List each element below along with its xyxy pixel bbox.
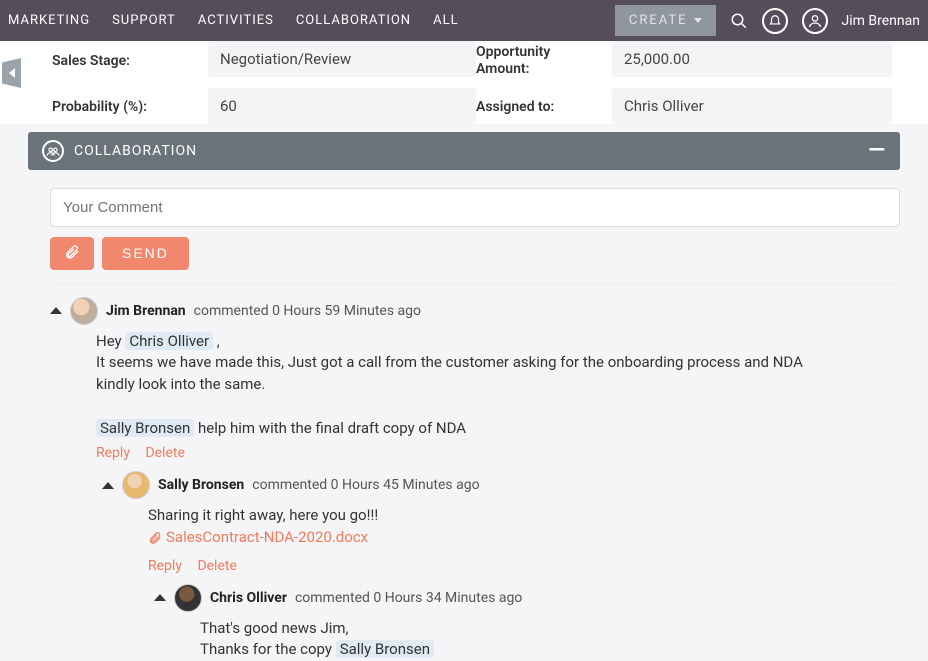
sales-stage-field[interactable]: Negotiation/Review: [208, 41, 476, 77]
attachment-link[interactable]: SalesContract-NDA-2020.docx: [148, 527, 368, 549]
paperclip-icon: [64, 244, 80, 260]
assigned-to-field[interactable]: Chris Olliver: [612, 88, 892, 124]
comment-meta: commented 0 Hours 59 Minutes ago: [194, 303, 421, 319]
avatar: [122, 471, 150, 499]
user-avatar-icon[interactable]: [802, 8, 828, 34]
collaboration-panel-header: COLLABORATION —: [28, 132, 900, 170]
delete-link[interactable]: Delete: [145, 445, 184, 461]
side-expand-tab[interactable]: [2, 58, 21, 88]
nav-marketing[interactable]: MARKETING: [8, 13, 90, 28]
notifications-icon[interactable]: [762, 8, 788, 34]
reply-link[interactable]: Reply: [148, 558, 182, 574]
attach-button[interactable]: [50, 237, 94, 270]
user-name[interactable]: Jim Brennan: [842, 13, 920, 29]
delete-link[interactable]: Delete: [197, 558, 236, 574]
nav-support[interactable]: SUPPORT: [112, 13, 176, 28]
chevron-down-icon: [694, 18, 702, 23]
search-icon[interactable]: [730, 12, 748, 30]
comment-post: Sally Bronsen commented 0 Hours 45 Minut…: [102, 471, 900, 573]
nav-all[interactable]: ALL: [433, 13, 458, 28]
comment-author: Chris Olliver: [210, 590, 287, 606]
top-nav-bar: MARKETING SUPPORT ACTIVITIES COLLABORATI…: [0, 0, 928, 41]
comment-body: That's good news Jim, Thanks for the cop…: [200, 618, 900, 661]
mention[interactable]: Chris Olliver: [125, 332, 213, 350]
reply-link[interactable]: Reply: [96, 445, 130, 461]
record-detail-form: Sales Stage: Negotiation/Review Opportun…: [0, 41, 928, 124]
mention[interactable]: Sally Bronsen: [336, 640, 434, 658]
collaboration-icon: [42, 140, 64, 162]
comment-body: Hey Chris Olliver , It seems we have mad…: [96, 331, 816, 440]
avatar: [70, 297, 98, 325]
nav-activities[interactable]: ACTIVITIES: [198, 13, 274, 28]
comment-author: Jim Brennan: [106, 303, 186, 319]
probability-field[interactable]: 60: [208, 88, 476, 124]
paperclip-icon: [148, 531, 162, 545]
comment-post: Chris Olliver commented 0 Hours 34 Minut…: [154, 584, 900, 661]
comment-meta: commented 0 Hours 34 Minutes ago: [295, 590, 522, 606]
assigned-to-label: Assigned to:: [476, 96, 596, 115]
create-label: CREATE: [629, 13, 688, 28]
comment-post: Jim Brennan commented 0 Hours 59 Minutes…: [50, 297, 900, 462]
opportunity-amount-label: Opportunity Amount:: [476, 41, 596, 78]
collaboration-title: COLLABORATION: [74, 143, 197, 159]
comment-meta: commented 0 Hours 45 Minutes ago: [252, 477, 479, 493]
mention[interactable]: Sally Bronsen: [96, 419, 194, 437]
comment-input[interactable]: [50, 188, 900, 227]
collapse-toggle-icon[interactable]: [102, 482, 114, 489]
collapse-toggle-icon[interactable]: [154, 594, 166, 601]
send-button[interactable]: SEND: [102, 237, 189, 270]
probability-label: Probability (%):: [52, 96, 192, 115]
nav-collaboration[interactable]: COLLABORATION: [296, 13, 411, 28]
collapse-toggle-icon[interactable]: [50, 307, 62, 314]
opportunity-amount-field[interactable]: 25,000.00: [612, 41, 892, 77]
sales-stage-label: Sales Stage:: [52, 50, 192, 69]
comment-author: Sally Bronsen: [158, 477, 244, 493]
avatar: [174, 584, 202, 612]
comment-body: Sharing it right away, here you go!!! Sa…: [148, 505, 868, 551]
create-button[interactable]: CREATE: [615, 5, 716, 36]
